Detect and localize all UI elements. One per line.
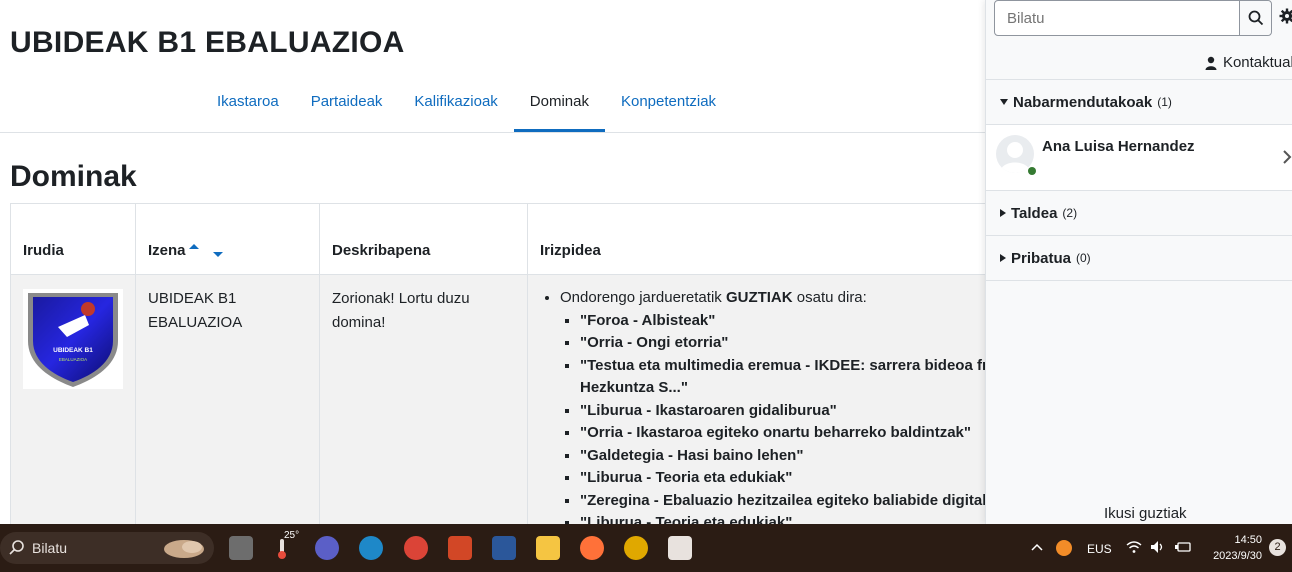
section-private[interactable]: Pribatua (0) — [986, 235, 1292, 281]
tab-dominak[interactable]: Dominak — [513, 72, 605, 132]
clock-time: 14:50 — [1234, 534, 1262, 546]
nav-divider — [0, 132, 985, 133]
search-icon — [9, 540, 24, 555]
user-icon — [1205, 56, 1217, 70]
criteria-item: "Testua eta multimedia eremua - IKDEE: s… — [580, 355, 997, 400]
column-header-irizpidea: Irizpidea — [527, 203, 1001, 275]
secondary-navigation: Ikastaroa Partaideak Kalifikazioak Domin… — [201, 72, 732, 132]
firefox-icon[interactable] — [580, 536, 604, 560]
message-drawer: Kontaktuak Nabarmendutakoak (1) Ana Luisa… — [985, 0, 1292, 524]
online-status-icon — [1028, 167, 1036, 175]
caret-right-icon — [1000, 254, 1006, 262]
section-group[interactable]: Taldea (2) — [986, 190, 1292, 235]
section-count: (1) — [1157, 95, 1172, 109]
section-label: Taldea — [1011, 204, 1058, 222]
badge-description-cell: Zorionak! Lortu duzu domina! — [319, 274, 528, 548]
notification-badge[interactable]: 2 — [1269, 539, 1286, 556]
caret-down-icon — [1000, 99, 1008, 105]
wifi-icon[interactable] — [1126, 540, 1142, 554]
criteria-item: "Galdetegia - Hasi baino lehen" — [580, 445, 988, 468]
edge-icon[interactable] — [359, 536, 383, 560]
search-highlight-icon — [164, 540, 204, 558]
chevron-up-icon[interactable] — [1031, 542, 1043, 552]
section-count: (2) — [1062, 206, 1078, 220]
language-indicator[interactable]: EUS — [1087, 542, 1112, 556]
section-label: Pribatua — [1011, 249, 1072, 267]
table-header-row: Irudia Izena Deskribapena Irizpidea — [10, 203, 1001, 275]
taskbar-search-label: Bilatu — [32, 540, 68, 556]
task-view-icon[interactable] — [229, 536, 253, 560]
taskbar: Bilatu 25° EUS 14:50 2023/9/30 2 — [0, 524, 1292, 572]
criteria-item: "Orria - Ongi etorria" — [580, 332, 988, 355]
criteria-intro: Ondorengo jardueretatik GUZTIAK osatu di… — [560, 287, 997, 535]
chevron-right-icon — [1283, 150, 1292, 164]
badge-name[interactable]: UBIDEAK B1 EBALUAZIOA — [148, 290, 242, 331]
taskbar-search[interactable]: Bilatu — [0, 532, 214, 564]
criteria-item: "Liburua - Teoria eta edukiak" — [580, 467, 988, 490]
section-label: Nabarmendutakoak — [1013, 93, 1153, 111]
column-header-izena[interactable]: Izena — [135, 203, 320, 275]
snipping-tool-icon[interactable] — [668, 536, 692, 560]
badge-description: Zorionak! Lortu duzu domina! — [332, 290, 470, 331]
contacts-label: Kontaktuak — [1222, 54, 1292, 71]
contact-name: Ana Luisa Hernandez — [1042, 138, 1195, 155]
teams-chat-icon[interactable] — [315, 536, 339, 560]
system-clock[interactable]: 14:50 2023/9/30 — [1204, 532, 1262, 564]
criteria-item: "Zeregina - Ebaluazio hezitzailea egitek… — [580, 490, 995, 513]
criteria-activities: "Foroa - Albisteak" "Orria - Ongi etorri… — [560, 310, 997, 535]
sort-desc-icon[interactable] — [212, 251, 223, 257]
course-title: UBIDEAK B1 EBALUAZIOA — [10, 26, 405, 59]
search-icon — [1248, 10, 1263, 26]
svg-text:EBALUAZIOA: EBALUAZIOA — [59, 357, 87, 362]
criteria-item: "Liburua - Ikastaroaren gidaliburua" — [580, 400, 988, 423]
svg-text:UBIDEAK B1: UBIDEAK B1 — [53, 347, 93, 354]
column-header-deskribapena: Deskribapena — [319, 203, 528, 275]
badge-image-cell: UBIDEAK B1 EBALUAZIOA — [10, 274, 136, 548]
tab-kalifikazioak[interactable]: Kalifikazioak — [398, 72, 513, 132]
chrome-icon[interactable] — [404, 536, 428, 560]
badges-table: Irudia Izena Deskribapena Irizpidea UBID… — [10, 203, 1001, 548]
tab-konpetentziak[interactable]: Konpetentziak — [605, 72, 732, 132]
gear-icon[interactable] — [1279, 8, 1292, 24]
contact-item[interactable]: Ana Luisa Hernandez — [986, 124, 1292, 190]
tab-partaideak[interactable]: Partaideak — [295, 72, 399, 132]
powerpoint-icon[interactable] — [448, 536, 472, 560]
badge-criteria-cell: Ondorengo jardueretatik GUZTIAK osatu di… — [527, 274, 1001, 548]
section-starred[interactable]: Nabarmendutakoak (1) — [986, 79, 1292, 124]
criteria-list: Ondorengo jardueretatik GUZTIAK osatu di… — [540, 287, 997, 535]
avast-icon[interactable] — [1056, 540, 1072, 556]
weather-temp: 25° — [284, 530, 300, 541]
word-icon[interactable] — [492, 536, 516, 560]
battery-icon[interactable] — [1174, 540, 1192, 554]
sort-asc-icon[interactable] — [188, 243, 199, 249]
search-button[interactable] — [1239, 1, 1271, 35]
clock-date: 2023/9/30 — [1213, 550, 1262, 562]
screen: UBIDEAK B1 EBALUAZIOA Ikastaroa Partaide… — [0, 0, 1292, 572]
criteria-item: "Foroa - Albisteak" — [580, 310, 988, 333]
drawer-search — [994, 0, 1272, 36]
section-count: (0) — [1076, 251, 1091, 265]
table-row: UBIDEAK B1 EBALUAZIOA UBIDEAK B1 EBALUAZ… — [10, 274, 1001, 548]
column-header-irudia: Irudia — [10, 203, 136, 275]
contacts-link[interactable]: Kontaktuak — [1205, 54, 1292, 71]
badge-image[interactable]: UBIDEAK B1 EBALUAZIOA — [23, 289, 123, 389]
caret-right-icon — [1000, 209, 1006, 217]
see-all-link[interactable]: Ikusi guztiak — [1104, 505, 1187, 522]
badge-name-cell: UBIDEAK B1 EBALUAZIOA — [135, 274, 320, 548]
tab-ikastaroa[interactable]: Ikastaroa — [201, 72, 295, 132]
file-explorer-icon[interactable] — [536, 536, 560, 560]
criteria-item: "Orria - Ikastaroa egiteko onartu beharr… — [580, 422, 988, 445]
page-heading: Dominak — [10, 160, 137, 193]
volume-icon[interactable] — [1150, 540, 1166, 554]
vpn-icon[interactable] — [624, 536, 648, 560]
search-input[interactable] — [995, 1, 1239, 35]
